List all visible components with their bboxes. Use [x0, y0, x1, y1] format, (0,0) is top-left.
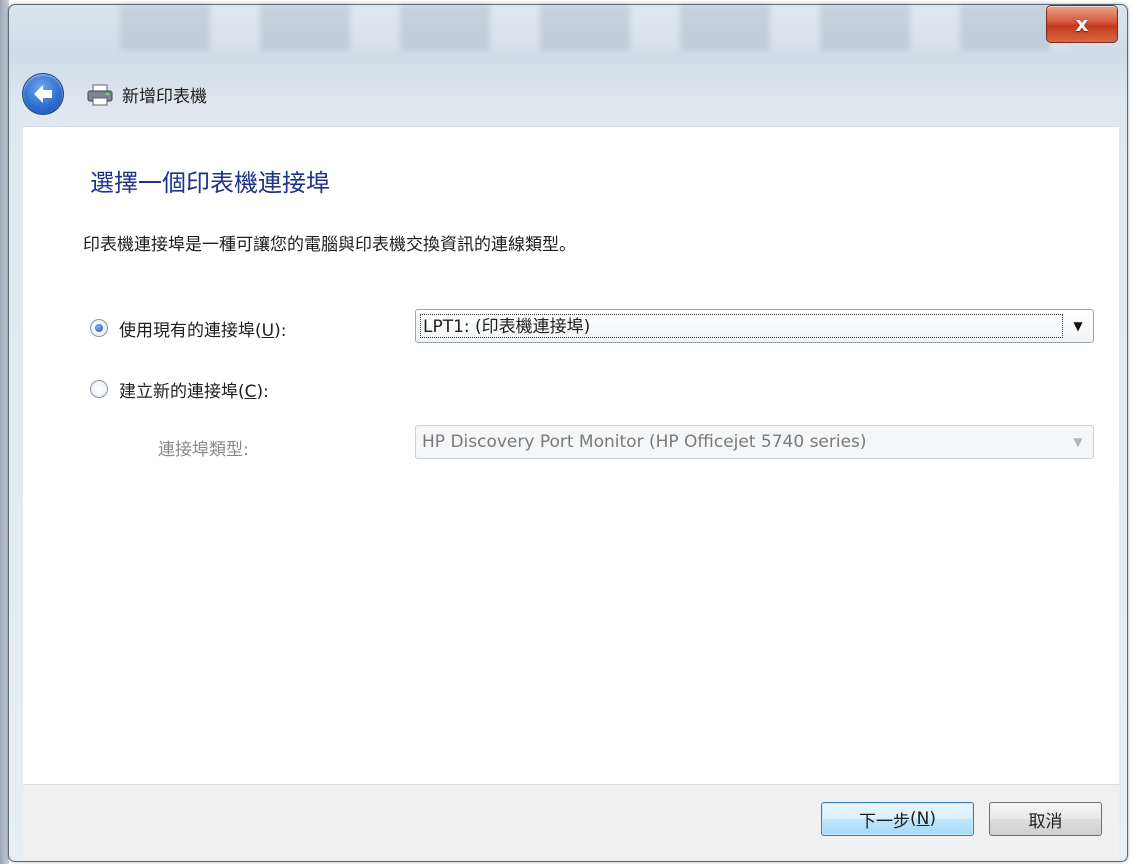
use-existing-port-label[interactable]: 使用現有的連接埠(U):: [119, 316, 286, 341]
close-icon: x: [1075, 12, 1089, 36]
page-description: 印表機連接埠是一種可讓您的電腦與印表機交換資訊的連線類型。: [83, 235, 576, 255]
use-existing-port-radio[interactable]: [90, 319, 108, 337]
create-new-port-radio[interactable]: [90, 380, 108, 398]
back-button[interactable]: [22, 73, 64, 115]
window-title: 新增印表機: [122, 87, 207, 107]
page-heading: 選擇一個印表機連接埠: [90, 169, 330, 197]
port-type-value: HP Discovery Port Monitor (HP Officejet …: [422, 432, 867, 452]
cancel-button[interactable]: 取消: [989, 802, 1102, 836]
existing-port-dropdown[interactable]: LPT1: (印表機連接埠) ▼: [415, 309, 1094, 343]
glass-titlebar-background: [120, 4, 1070, 50]
port-type-label: 連接埠類型:: [158, 440, 249, 460]
create-new-port-label[interactable]: 建立新的連接埠(C):: [119, 377, 269, 402]
existing-port-value: LPT1: (印表機連接埠): [420, 314, 1063, 338]
next-button[interactable]: 下一步(N): [821, 802, 974, 836]
chevron-down-icon: ▼: [1073, 435, 1083, 449]
printer-icon: [87, 84, 113, 106]
back-arrow-icon: [34, 85, 52, 103]
close-button[interactable]: x: [1046, 5, 1118, 43]
port-type-dropdown: HP Discovery Port Monitor (HP Officejet …: [415, 425, 1094, 459]
chevron-down-icon[interactable]: ▼: [1063, 310, 1093, 342]
